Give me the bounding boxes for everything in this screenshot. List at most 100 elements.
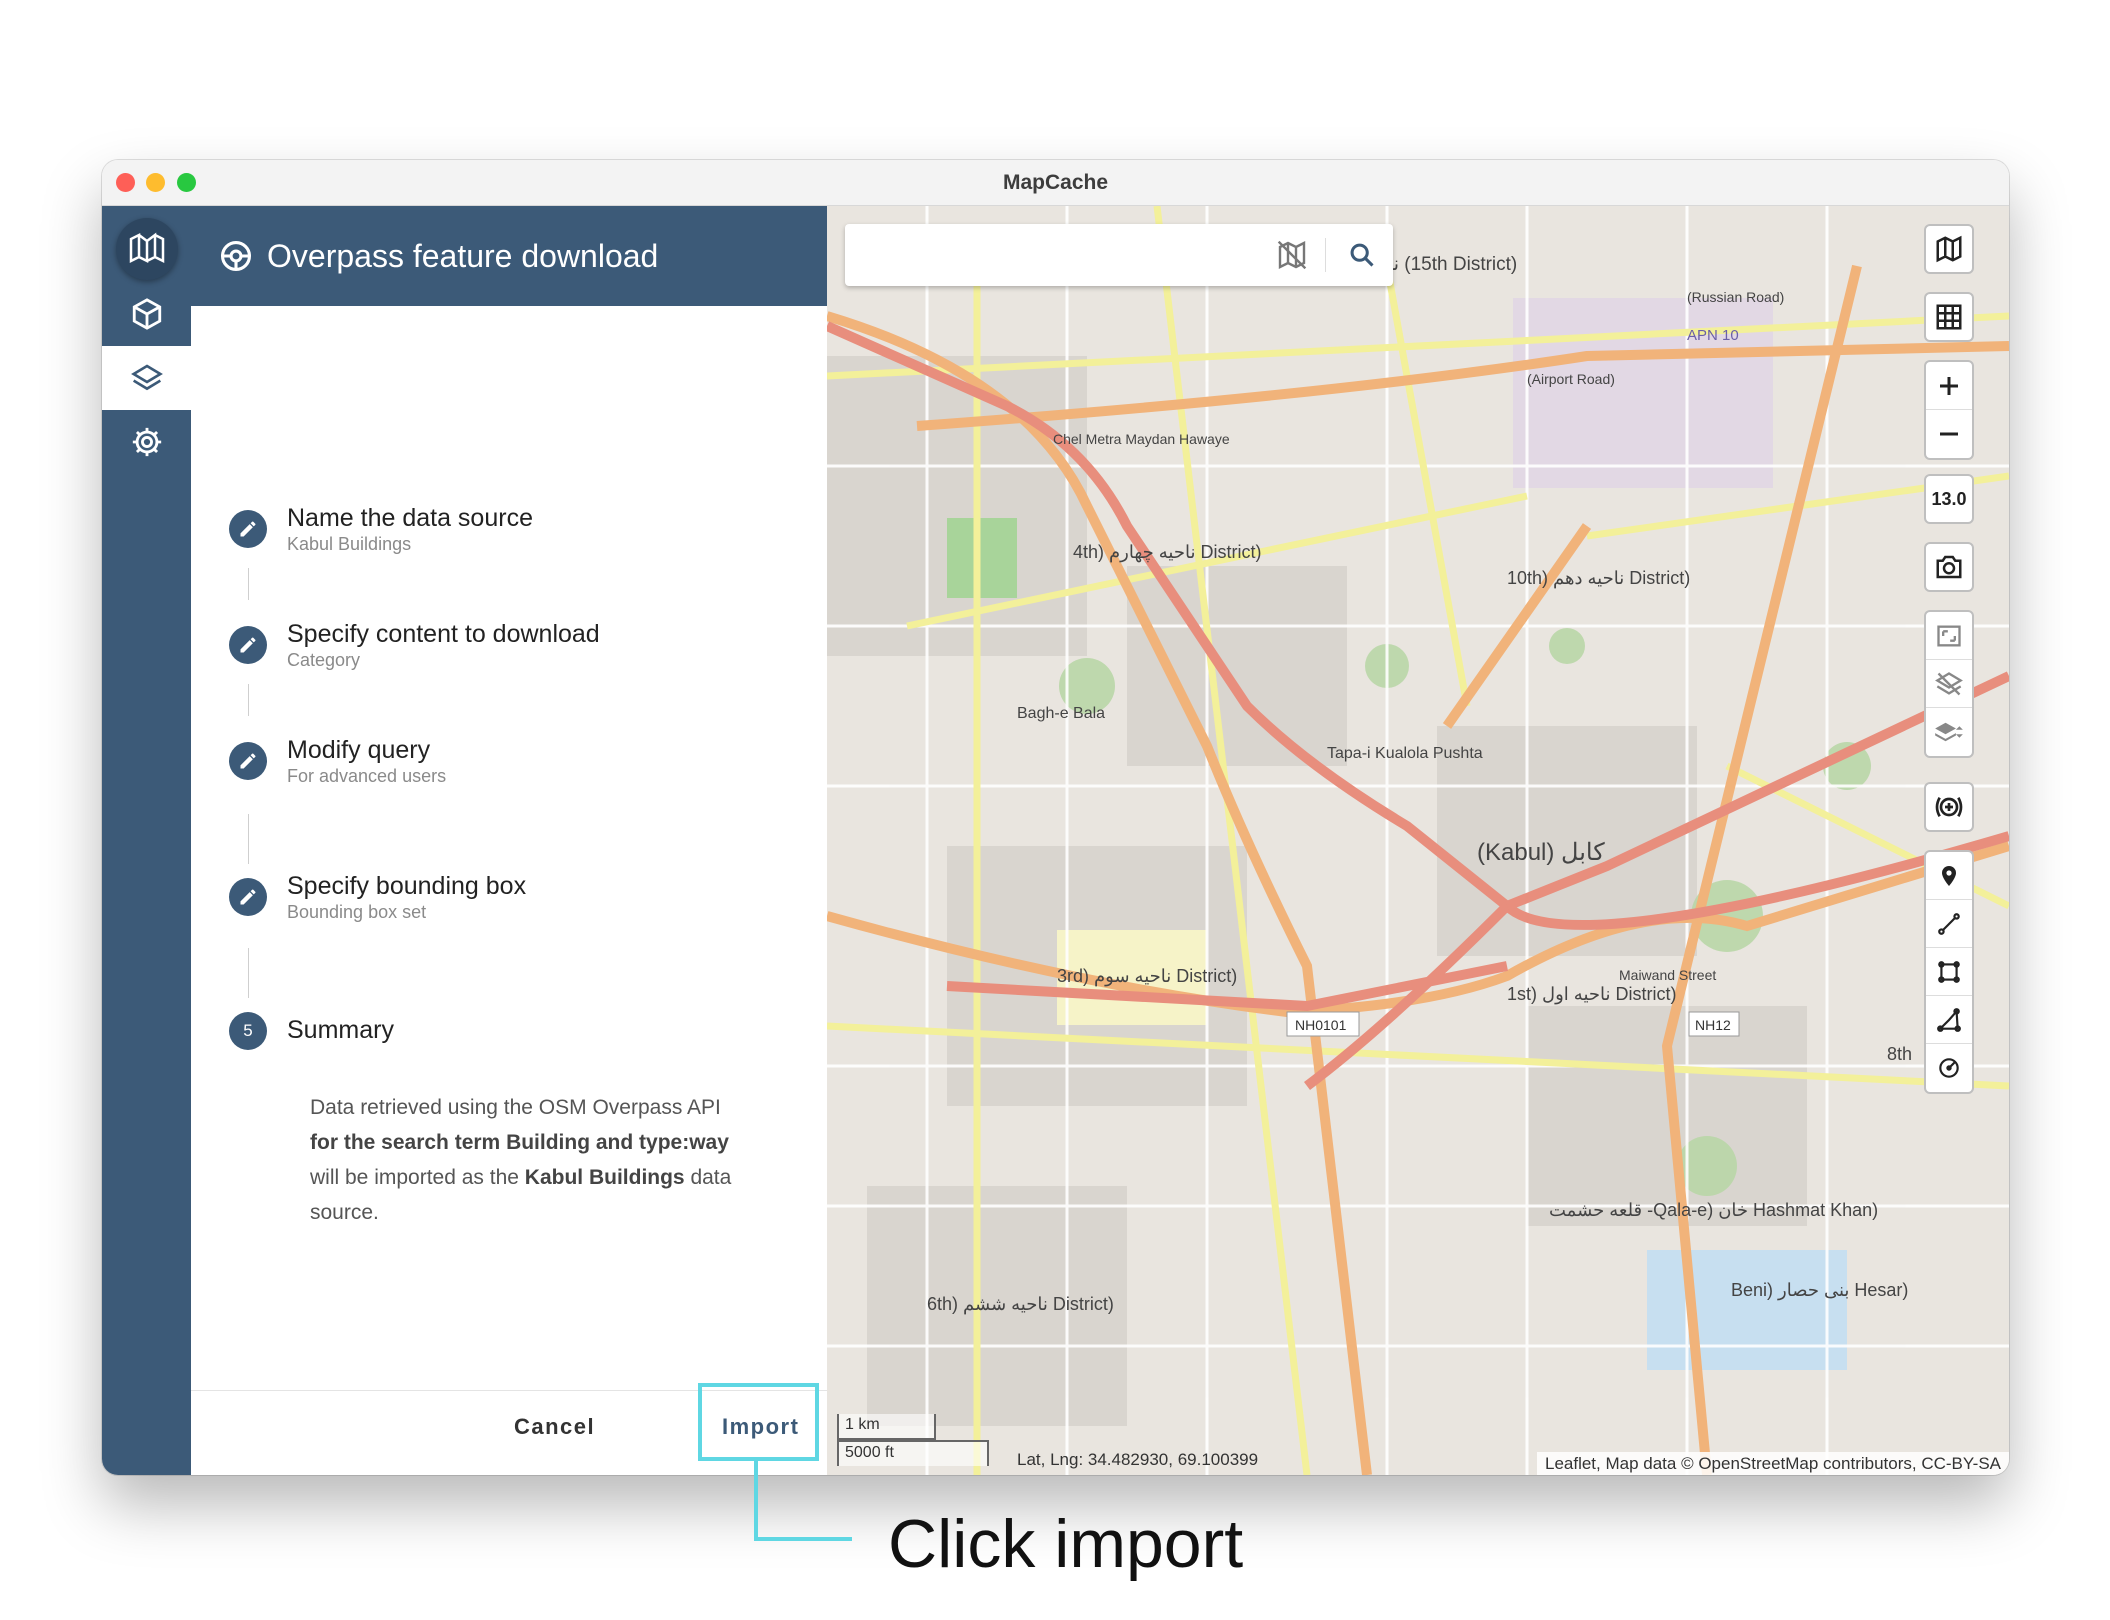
label-district-4: 4th) ناحیه چهارم District)	[1073, 542, 1261, 563]
cursor-coordinates: Lat, Lng: 34.482930, 69.100399	[1017, 1450, 1259, 1469]
drawing-tools	[1924, 850, 1974, 1094]
nav-rail	[102, 206, 191, 1475]
label-beni-hesar: Beni) بنی حصار Hesar)	[1731, 1280, 1908, 1301]
zoom-controls	[1924, 360, 1974, 460]
label-district-1: 1st) ناحیه اول District)	[1507, 984, 1677, 1005]
layer-order-button[interactable]	[1926, 708, 1972, 756]
polygon-icon	[1937, 1007, 1961, 1032]
summary-text: Data retrieved using the OSM Overpass AP…	[310, 1090, 780, 1230]
scale-km: 1 km	[837, 1414, 936, 1440]
map-scale: 1 km 5000 ft	[837, 1414, 989, 1466]
summary-line-2: will be imported as the	[310, 1166, 519, 1189]
map-attribution: Leaflet, Map data © OpenStreetMap contri…	[1536, 1452, 2009, 1475]
layers-off-icon	[1935, 671, 1963, 695]
step-connector	[248, 814, 249, 864]
add-circle-icon	[1935, 797, 1963, 817]
cancel-button[interactable]: Cancel	[514, 1414, 595, 1440]
step-title: Modify query	[287, 736, 431, 764]
zoom-out-button[interactable]	[1926, 410, 1972, 458]
map-tiles: ناحیه پانزدهم (15th District) 4th) ناحیه…	[827, 206, 2009, 1475]
map-pin-icon	[1942, 865, 1956, 886]
step-edit-icon	[229, 878, 267, 916]
map-view[interactable]: ناحیه پانزدهم (15th District) 4th) ناحیه…	[827, 206, 2009, 1475]
zoom-in-button[interactable]	[1926, 362, 1972, 410]
zoom-to-extent-button[interactable]	[1926, 612, 1972, 660]
draw-polygon-button[interactable]	[1926, 996, 1972, 1044]
step-title: Summary	[287, 1016, 394, 1044]
layer-tools	[1924, 610, 1974, 758]
label-tapa: Tapa-i Kualola Pushta	[1327, 745, 1483, 762]
step-title: Specify bounding box	[287, 872, 527, 900]
label-district-3: 3rd) ناحیه سوم District)	[1057, 966, 1237, 987]
circle-icon	[1939, 1058, 1959, 1078]
step-subtitle: Kabul Buildings	[287, 534, 412, 554]
minus-icon	[1940, 432, 1958, 436]
step-subtitle: Bounding box set	[287, 902, 427, 922]
layers-sort-icon	[1935, 722, 1963, 742]
plus-icon	[1940, 376, 1958, 395]
basemap-button[interactable]	[1924, 224, 1974, 274]
cube-icon	[132, 298, 161, 330]
line-icon	[1938, 912, 1960, 935]
titlebar: MapCache	[102, 160, 2009, 206]
grid-overlay-button[interactable]	[1924, 292, 1974, 342]
map-search-bar[interactable]	[845, 224, 1393, 286]
label-airport: APN 10	[1687, 327, 1739, 344]
overpass-icon	[220, 240, 252, 272]
panel-title: Overpass feature download	[267, 237, 659, 274]
label-district-10: 10th) ناحیه دهم District)	[1507, 568, 1690, 589]
step-edit-icon	[229, 510, 267, 548]
draw-line-button[interactable]	[1926, 900, 1972, 948]
label-district-6: 6th) ناحیه ششم District)	[927, 1294, 1114, 1315]
summary-bold-1: for the search term Building and type:wa…	[310, 1131, 729, 1154]
zoom-level-display: 13.0	[1924, 474, 1974, 524]
label-road-nh12: NH12	[1695, 1017, 1731, 1033]
panel-header: Overpass feature download	[191, 206, 827, 306]
step-connector	[248, 568, 249, 600]
step-subtitle: For advanced users	[287, 766, 447, 786]
step-connector	[248, 948, 249, 998]
step-title: Name the data source	[287, 504, 533, 532]
search-divider	[1325, 238, 1326, 272]
scale-ft: 5000 ft	[837, 1440, 989, 1466]
projects-nav-button[interactable]	[102, 282, 191, 346]
import-highlight-box	[698, 1383, 819, 1461]
draw-point-button[interactable]	[1926, 852, 1972, 900]
screenshot-button[interactable]	[1924, 542, 1974, 592]
step-connector	[248, 684, 249, 716]
map-icon	[1936, 235, 1962, 263]
hide-layers-button[interactable]	[1926, 660, 1972, 708]
step-number: 5	[229, 1012, 267, 1050]
step-title: Specify content to download	[287, 620, 600, 648]
extent-icon	[1937, 625, 1961, 646]
zoom-level-value: 13.0	[1931, 488, 1967, 509]
label-road-airport: (Airport Road)	[1527, 371, 1615, 387]
clear-map-filter-icon[interactable]	[1275, 238, 1309, 272]
label-road-maiwand: Maiwand Street	[1619, 967, 1716, 983]
settings-nav-button[interactable]	[102, 410, 191, 474]
grid-icon	[1936, 304, 1962, 330]
add-layer-button[interactable]	[1924, 782, 1974, 832]
gear-icon	[132, 427, 161, 457]
step-edit-icon	[229, 626, 267, 664]
draw-rectangle-button[interactable]	[1926, 948, 1972, 996]
step-edit-icon	[229, 742, 267, 780]
search-icon[interactable]	[1345, 238, 1379, 272]
step-subtitle: Category	[287, 650, 361, 670]
layers-nav-button[interactable]	[102, 346, 191, 410]
label-road-chel-metra: Chel Metra Maydan Hawaye	[1053, 431, 1230, 447]
draw-circle-button[interactable]	[1926, 1044, 1972, 1092]
summary-bold-2: Kabul Buildings	[524, 1166, 685, 1189]
label-district-8: 8th	[1887, 1044, 1912, 1064]
label-road-nh0101: NH0101	[1295, 1017, 1347, 1033]
app-window: MapCache Overpass feature download Name …	[102, 160, 2009, 1475]
window-title: MapCache	[1002, 171, 1109, 194]
rectangle-icon	[1938, 960, 1960, 983]
app-logo-icon[interactable]	[116, 218, 178, 280]
label-kabul: (Kabul) کابل	[1477, 839, 1605, 866]
callout-caption: Click import	[888, 1506, 1244, 1582]
callout-leader-line	[754, 1461, 852, 1541]
layers-icon	[130, 364, 163, 391]
overpass-panel: Overpass feature download Name the data …	[191, 206, 864, 1475]
summary-line-1: Data retrieved using the OSM Overpass AP…	[310, 1096, 721, 1119]
